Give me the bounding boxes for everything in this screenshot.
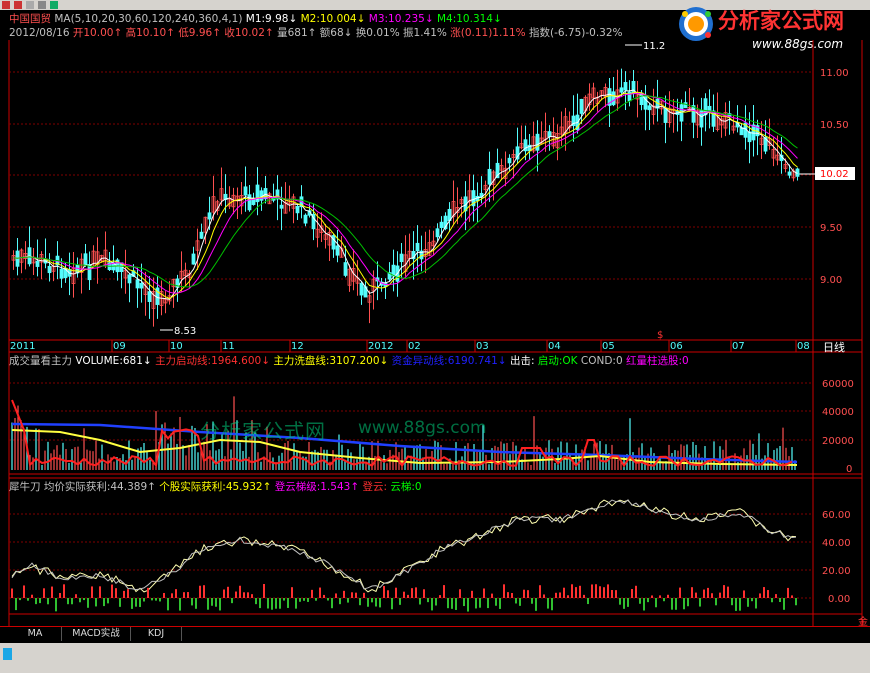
- date-tick: 2011: [10, 341, 35, 352]
- status-icon[interactable]: [3, 648, 12, 660]
- date-tick: 10: [170, 341, 183, 352]
- price-tick-950: 9.50: [820, 223, 842, 234]
- dollar-marker: $: [657, 330, 663, 341]
- cloud-ladder: 云梯:0: [390, 481, 422, 493]
- vol-tick-0: 0: [846, 464, 852, 475]
- ind-tick-0: 0.00: [828, 594, 850, 605]
- current-price-label: 10.02: [820, 169, 849, 180]
- date-tick: 07: [732, 341, 745, 352]
- chart-window: 中国国贸 MA(5,10,20,30,60,120,240,360,4,1) M…: [0, 0, 870, 673]
- volume-axis: 60000 40000 20000 0: [822, 379, 854, 475]
- date-tick: 11: [222, 341, 235, 352]
- chart-canvas[interactable]: 11.00 10.50 9.50 9.00 10.02 2011 09 10 11 12…: [0, 0, 870, 626]
- indicator-title-line: 犀牛刀 均价实际获利:44.389↑ 个股实际获利:45.932↑ 登云梯级:1…: [9, 481, 422, 493]
- date-tick: 05: [602, 341, 615, 352]
- vol-tick-60000: 60000: [822, 379, 854, 390]
- main-start-line: 主力启动线:1964.600: [155, 355, 262, 367]
- avg-profit: 均价实际获利:44.389: [43, 481, 148, 493]
- low-marker-label: 8.53: [174, 326, 196, 337]
- volume-title-line: 成交量看主力 VOLUME:681↓ 主力启动线:1964.600↓ 主力洗盘线…: [9, 355, 689, 367]
- tab-ma[interactable]: MA: [9, 627, 62, 641]
- strike-label: 出击:: [509, 355, 535, 367]
- date-tick: 2012: [368, 341, 393, 352]
- price-tick-900: 9.00: [820, 275, 842, 286]
- corner-marker: 金: [858, 615, 868, 626]
- date-tick: 08: [797, 341, 810, 352]
- price-tick-1100: 11.00: [820, 68, 849, 79]
- period-label[interactable]: 日线: [823, 340, 845, 354]
- ladder-level: 登云梯级:1.543: [274, 481, 351, 493]
- volume-title: 成交量看主力: [9, 355, 72, 367]
- indicator-lines: [11, 499, 797, 612]
- tab-macd[interactable]: MACD实战: [62, 627, 131, 641]
- price-gridlines: [9, 71, 813, 599]
- wash-line: 主力洗盘线:3107.200: [273, 355, 380, 367]
- start-label: 启动:OK: [537, 355, 578, 367]
- date-tick: 03: [476, 341, 489, 352]
- date-tick: 06: [670, 341, 683, 352]
- vol-tick-40000: 40000: [822, 407, 854, 418]
- ladder-cloud: 登云:: [362, 481, 388, 493]
- date-axis: 2011 09 10 11 12 2012 02 03 04 05 06 07 08: [8, 340, 810, 352]
- ind-tick-60: 60.00: [822, 510, 851, 521]
- stock-profit: 个股实际获利:45.932: [159, 481, 263, 493]
- panel-borders: [8, 40, 863, 626]
- tab-kdj[interactable]: KDJ: [131, 627, 182, 641]
- cond-label: COND:0: [580, 355, 623, 367]
- ind-tick-40: 40.00: [822, 538, 851, 549]
- fund-line: 资金异动线:6190.741: [391, 355, 498, 367]
- indicator-axis: 60.00 40.00 20.00 0.00: [822, 510, 851, 605]
- high-marker-label: 11.2: [643, 41, 665, 52]
- date-tick: 12: [291, 341, 304, 352]
- indicator-title: 犀牛刀: [9, 481, 41, 493]
- candlesticks: [11, 68, 800, 327]
- date-tick: 09: [113, 341, 126, 352]
- status-bar: [0, 643, 870, 673]
- date-tick: 02: [408, 341, 421, 352]
- vol-tick-20000: 20000: [822, 436, 854, 447]
- volume-value: VOLUME:681: [75, 355, 143, 367]
- price-tick-1050: 10.50: [820, 120, 849, 131]
- ind-tick-20: 20.00: [822, 566, 851, 577]
- date-tick: 04: [548, 341, 561, 352]
- red-bar-select: 红量柱选股:0: [626, 355, 689, 367]
- watermark-text: 分析家公式网: [200, 419, 326, 443]
- watermark-url: www.88gs.com: [358, 418, 487, 438]
